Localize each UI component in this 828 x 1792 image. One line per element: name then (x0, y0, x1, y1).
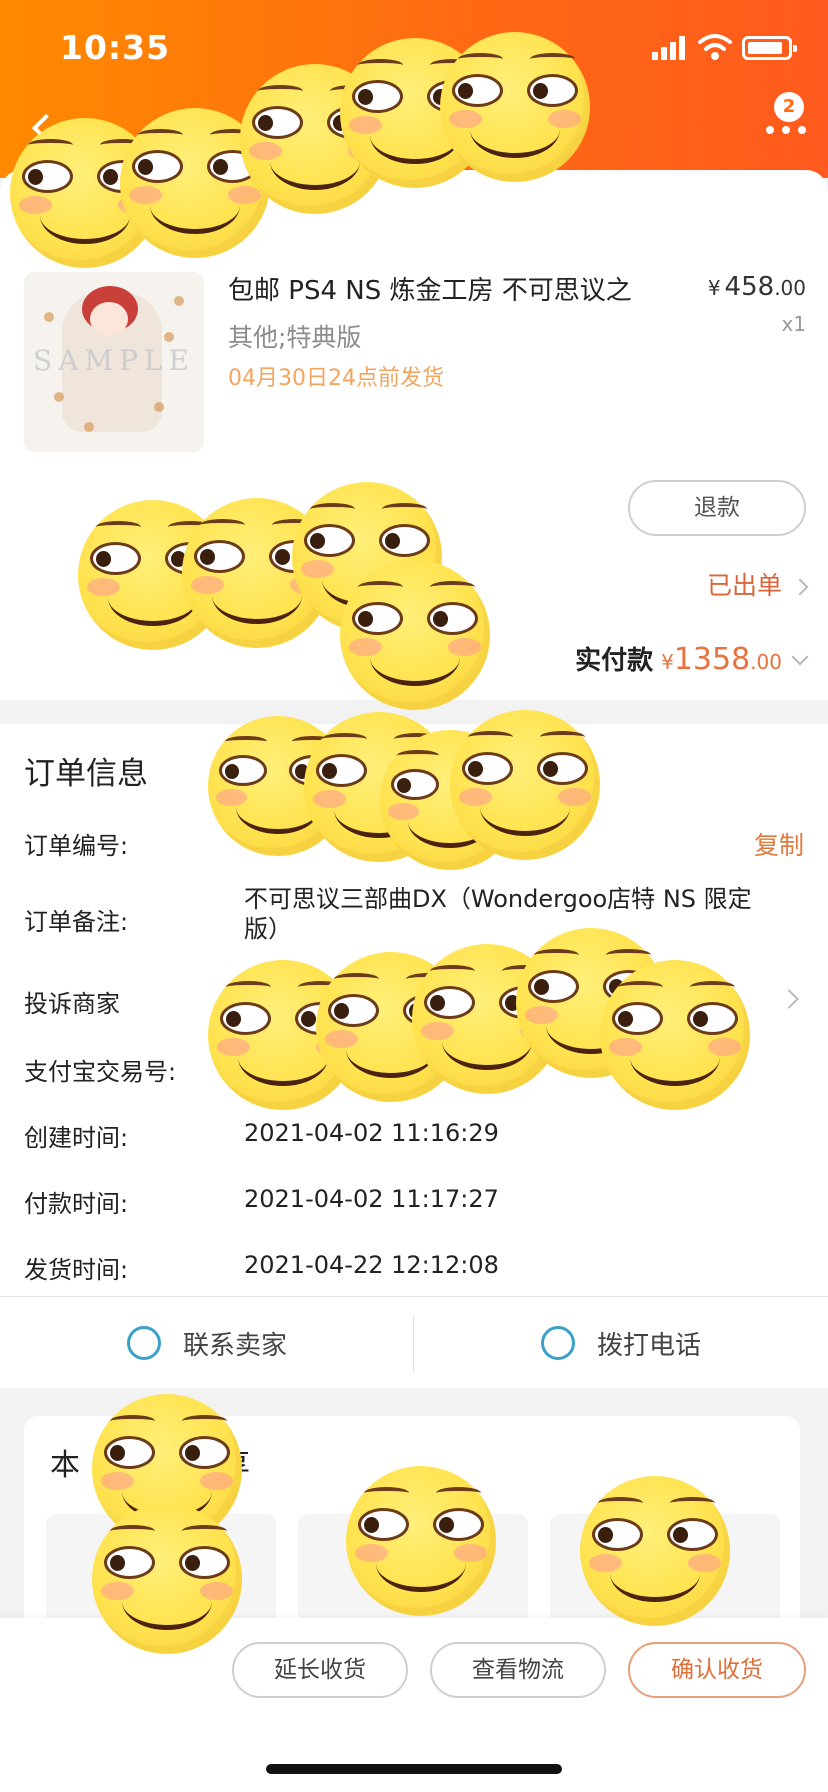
product-title[interactable]: 包邮 PS4 NS 炼金工房 不可思议之 (228, 270, 632, 307)
emoji-sticker (340, 560, 490, 710)
chevron-right-icon (791, 578, 809, 596)
phone-icon (540, 1326, 575, 1360)
call-phone-button[interactable]: 拨打电话 (414, 1310, 828, 1382)
emoji-sticker (600, 960, 750, 1110)
product-spec: 其他;特典版 (228, 323, 362, 352)
shipped-time-value: 2021-04-22 12:12:08 (244, 1251, 499, 1279)
paid-time-label: 付款时间: (24, 1190, 129, 1218)
more-dots-icon (766, 126, 806, 134)
alipay-trade-label: 支付宝交易号: (24, 1058, 177, 1086)
emoji-sticker (580, 1476, 730, 1626)
order-number-label: 订单编号: (24, 832, 129, 860)
complain-merchant-label: 投诉商家 (24, 990, 120, 1018)
order-status-link[interactable]: 已出单 (706, 566, 809, 602)
paid-time-value: 2021-04-02 11:17:27 (244, 1185, 499, 1213)
refund-button[interactable]: 退款 (628, 480, 806, 536)
home-indicator (266, 1764, 562, 1774)
emoji-sticker (440, 32, 590, 182)
contact-seller-label: 联系卖家 (182, 1331, 287, 1361)
extend-receipt-button[interactable]: 延长收货 (232, 1642, 408, 1698)
created-time-value: 2021-04-02 11:16:29 (244, 1119, 499, 1147)
more-menu-button[interactable]: 2 (762, 92, 810, 140)
emoji-sticker (450, 710, 600, 860)
order-info-title: 订单信息 (24, 756, 148, 792)
order-note-value: 不可思议三部曲DX（Wondergoo店特 NS 限定版） (244, 885, 752, 943)
order-note-label: 订单备注: (24, 908, 129, 936)
battery-icon (742, 36, 797, 60)
product-thumbnail[interactable]: SAMPLE (24, 272, 204, 452)
product-quantity: x1 (781, 312, 806, 336)
divider (0, 1296, 828, 1297)
thumbnail-watermark: SAMPLE (33, 344, 195, 377)
emoji-sticker (92, 1504, 242, 1654)
ship-deadline-note: 04月30日24点前发货 (228, 366, 444, 391)
chat-face-icon (126, 1326, 161, 1360)
emoji-sticker (346, 1466, 496, 1616)
chevron-down-icon (791, 648, 809, 666)
contact-seller-button[interactable]: 联系卖家 (0, 1310, 414, 1382)
call-phone-label: 拨打电话 (596, 1331, 701, 1361)
status-time: 10:35 (60, 28, 171, 67)
copy-order-number-button[interactable]: 复制 (754, 826, 804, 862)
shipped-time-label: 发货时间: (24, 1256, 129, 1284)
total-paid[interactable]: 实付款 ¥1358.00 (575, 640, 809, 677)
total-label: 实付款 (575, 646, 654, 676)
product-price: ¥458.00 (707, 272, 806, 302)
created-time-label: 创建时间: (24, 1124, 129, 1152)
confirm-receipt-button[interactable]: 确认收货 (628, 1642, 806, 1698)
signal-icon (652, 36, 686, 60)
message-count-badge: 2 (774, 92, 804, 122)
order-status-text: 已出单 (706, 571, 782, 600)
view-logistics-button[interactable]: 查看物流 (430, 1642, 606, 1698)
wifi-icon (698, 34, 732, 60)
